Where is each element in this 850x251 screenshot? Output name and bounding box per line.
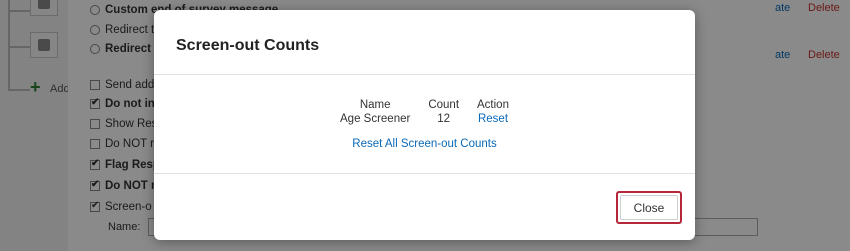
reset-all-link[interactable]: Reset All Screen-out Counts <box>154 138 695 150</box>
footer-divider <box>154 173 695 174</box>
header-divider <box>154 74 695 75</box>
column-header-count: Count <box>428 99 460 111</box>
screener-count: 12 <box>437 113 451 125</box>
dialog-title: Screen-out Counts <box>176 37 320 54</box>
column-header-name: Name <box>359 99 391 111</box>
close-button-label: Close <box>620 195 678 220</box>
screener-name: Age Screener <box>340 113 411 125</box>
reset-link[interactable]: Reset <box>478 113 508 125</box>
screen-out-counts-table: Name Count Action Age Screener 12 Reset <box>331 99 518 126</box>
column-header-action: Action <box>477 99 509 111</box>
screen-out-counts-dialog: Screen-out Counts Name Count Action Age … <box>154 10 695 240</box>
screen-out-counts-table-container: Name Count Action Age Screener 12 Reset <box>154 99 695 126</box>
table-row: Age Screener 12 Reset <box>331 112 518 126</box>
close-button[interactable]: Close <box>616 191 682 224</box>
table-header-row: Name Count Action <box>331 99 518 112</box>
